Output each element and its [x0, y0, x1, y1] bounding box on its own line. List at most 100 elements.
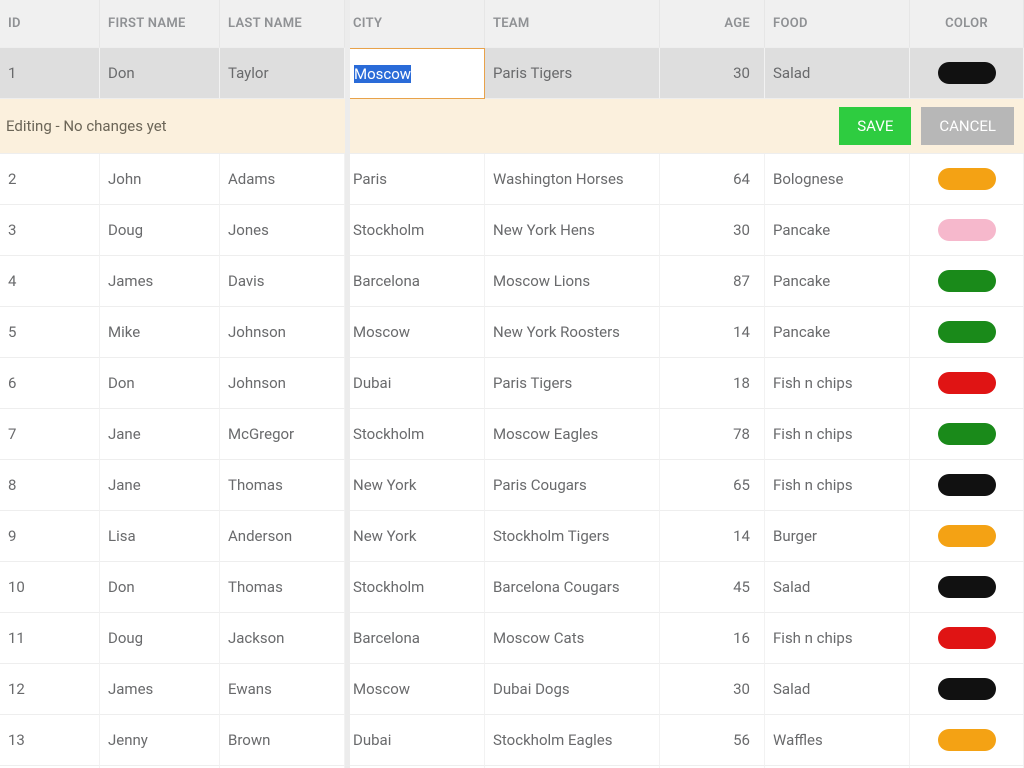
cell-id[interactable]: 6 [0, 358, 100, 409]
cell-id[interactable]: 8 [0, 460, 100, 511]
cell-first[interactable]: Doug [100, 205, 220, 256]
table-row[interactable]: 9LisaAndersonNew YorkStockholm Tigers14B… [0, 511, 1024, 562]
cell-food[interactable]: Burger [765, 511, 910, 562]
cell-first[interactable]: Doug [100, 613, 220, 664]
cell-age[interactable]: 18 [660, 358, 765, 409]
cell-last[interactable]: Jones [220, 205, 345, 256]
cell-age[interactable]: 65 [660, 460, 765, 511]
cell-first[interactable]: Jenny [100, 715, 220, 766]
cell-color[interactable] [910, 511, 1024, 562]
col-header-last[interactable]: Last Name [220, 0, 345, 48]
cell-city[interactable]: Moscow [345, 664, 485, 715]
cell-age[interactable]: 45 [660, 562, 765, 613]
cell-last[interactable]: Taylor [220, 48, 345, 99]
col-header-id[interactable]: ID [0, 0, 100, 48]
cell-color[interactable] [910, 562, 1024, 613]
cell-team[interactable]: Paris Tigers [485, 358, 660, 409]
cell-color[interactable] [910, 460, 1024, 511]
cell-color[interactable] [910, 205, 1024, 256]
cell-id[interactable]: 5 [0, 307, 100, 358]
cell-city[interactable]: Barcelona [345, 256, 485, 307]
cell-city[interactable]: Paris [345, 154, 485, 205]
cell-city[interactable]: Moscow [345, 307, 485, 358]
cell-city[interactable]: Dubai [345, 358, 485, 409]
cell-age[interactable]: 14 [660, 511, 765, 562]
cell-id[interactable]: 9 [0, 511, 100, 562]
col-header-team[interactable]: Team [485, 0, 660, 48]
cell-team[interactable]: Barcelona Cougars [485, 562, 660, 613]
cell-color[interactable] [910, 358, 1024, 409]
table-row[interactable]: 8JaneThomasNew YorkParis Cougars65Fish n… [0, 460, 1024, 511]
cell-id[interactable]: 13 [0, 715, 100, 766]
cell-first[interactable]: Jane [100, 460, 220, 511]
cell-city[interactable]: New York [345, 511, 485, 562]
table-row[interactable]: 10DonThomasStockholmBarcelona Cougars45S… [0, 562, 1024, 613]
table-row[interactable]: 13JennyBrownDubaiStockholm Eagles56Waffl… [0, 715, 1024, 766]
cell-city[interactable]: Stockholm [345, 409, 485, 460]
cell-age[interactable]: 16 [660, 613, 765, 664]
col-header-city[interactable]: City [345, 0, 485, 48]
cell-team[interactable]: New York Hens [485, 205, 660, 256]
cell-first[interactable]: Don [100, 48, 220, 99]
cell-age[interactable]: 30 [660, 48, 765, 99]
table-row[interactable]: 2JohnAdamsParisWashington Horses64Bologn… [0, 154, 1024, 205]
cell-first[interactable]: Don [100, 358, 220, 409]
cell-age[interactable]: 64 [660, 154, 765, 205]
table-row[interactable]: 3DougJonesStockholmNew York Hens30Pancak… [0, 205, 1024, 256]
cell-age[interactable]: 30 [660, 664, 765, 715]
cell-last[interactable]: Anderson [220, 511, 345, 562]
cell-color[interactable] [910, 307, 1024, 358]
cell-team[interactable]: Stockholm Eagles [485, 715, 660, 766]
cell-last[interactable]: McGregor [220, 409, 345, 460]
cell-city[interactable]: Dubai [345, 715, 485, 766]
cell-color[interactable] [910, 613, 1024, 664]
cell-first[interactable]: James [100, 256, 220, 307]
col-header-color[interactable]: Color [910, 0, 1024, 48]
cell-first[interactable]: Jane [100, 409, 220, 460]
cell-food[interactable]: Fish n chips [765, 358, 910, 409]
table-row[interactable]: 6DonJohnsonDubaiParis Tigers18Fish n chi… [0, 358, 1024, 409]
cell-city-editing[interactable] [345, 48, 485, 99]
cell-color[interactable] [910, 48, 1024, 99]
cell-last[interactable]: Johnson [220, 358, 345, 409]
cell-team[interactable]: Moscow Cats [485, 613, 660, 664]
cell-id[interactable]: 7 [0, 409, 100, 460]
cancel-button[interactable]: CANCEL [921, 107, 1014, 145]
cell-last[interactable]: Brown [220, 715, 345, 766]
cell-last[interactable]: Johnson [220, 307, 345, 358]
cell-first[interactable]: Don [100, 562, 220, 613]
cell-id[interactable]: 1 [0, 48, 100, 99]
cell-team[interactable]: Moscow Eagles [485, 409, 660, 460]
cell-food[interactable]: Fish n chips [765, 460, 910, 511]
cell-id[interactable]: 3 [0, 205, 100, 256]
col-header-food[interactable]: Food [765, 0, 910, 48]
cell-team[interactable]: Stockholm Tigers [485, 511, 660, 562]
cell-age[interactable]: 78 [660, 409, 765, 460]
cell-food[interactable]: Salad [765, 562, 910, 613]
cell-food[interactable]: Waffles [765, 715, 910, 766]
cell-last[interactable]: Thomas [220, 460, 345, 511]
save-button[interactable]: SAVE [839, 107, 911, 145]
cell-age[interactable]: 30 [660, 205, 765, 256]
cell-first[interactable]: James [100, 664, 220, 715]
cell-first[interactable]: Lisa [100, 511, 220, 562]
table-row[interactable]: 5MikeJohnsonMoscowNew York Roosters14Pan… [0, 307, 1024, 358]
cell-city[interactable]: Stockholm [345, 205, 485, 256]
cell-last[interactable]: Thomas [220, 562, 345, 613]
cell-age[interactable]: 14 [660, 307, 765, 358]
cell-id[interactable]: 12 [0, 664, 100, 715]
cell-team[interactable]: Moscow Lions [485, 256, 660, 307]
cell-city[interactable]: New York [345, 460, 485, 511]
cell-food[interactable]: Pancake [765, 256, 910, 307]
cell-food[interactable]: Fish n chips [765, 613, 910, 664]
cell-team[interactable]: Dubai Dogs [485, 664, 660, 715]
table-row[interactable]: 1 Don Taylor Paris Tigers 30 Salad [0, 48, 1024, 99]
cell-food[interactable]: Fish n chips [765, 409, 910, 460]
cell-id[interactable]: 4 [0, 256, 100, 307]
col-header-age[interactable]: Age [660, 0, 765, 48]
cell-food[interactable]: Salad [765, 664, 910, 715]
cell-city[interactable]: Barcelona [345, 613, 485, 664]
col-header-first[interactable]: First Name [100, 0, 220, 48]
cell-age[interactable]: 56 [660, 715, 765, 766]
cell-team[interactable]: Washington Horses [485, 154, 660, 205]
